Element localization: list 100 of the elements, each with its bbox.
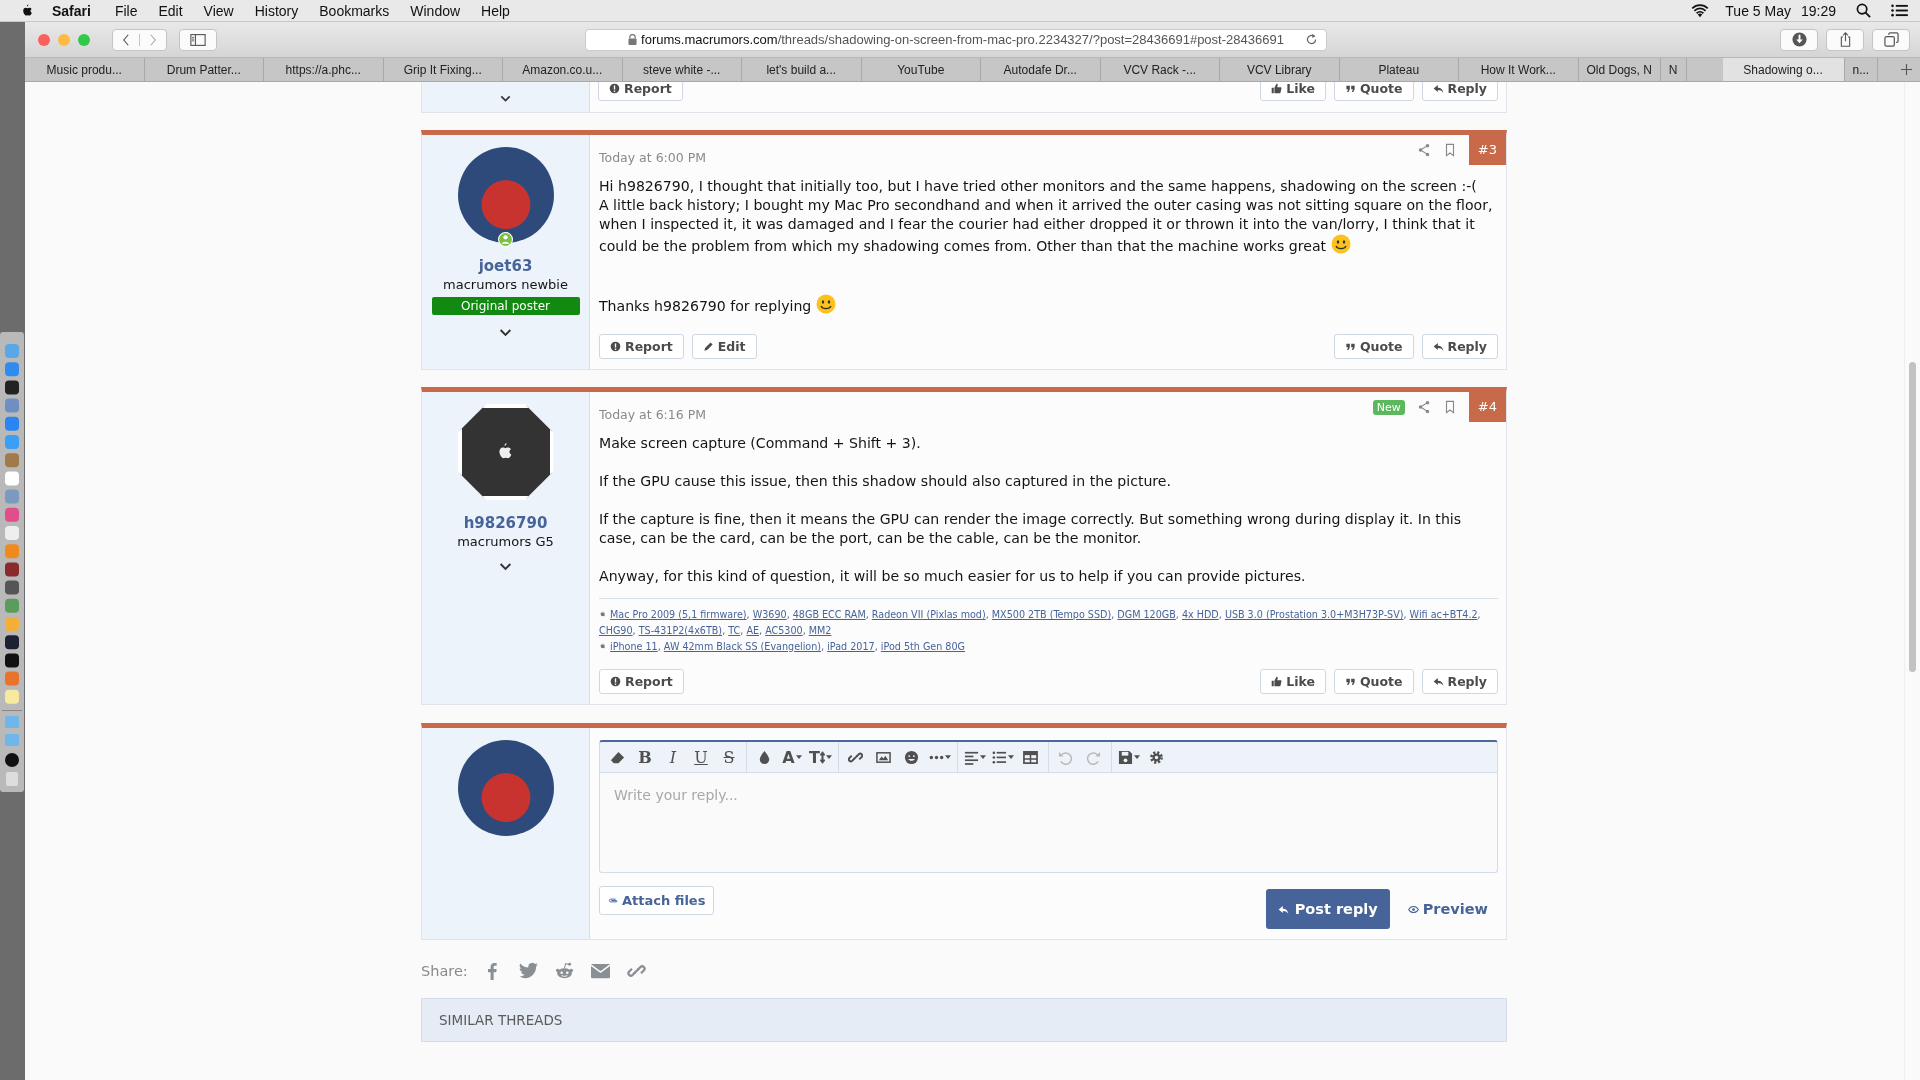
- font-button[interactable]: A: [778, 741, 806, 773]
- separator-text: ,: [874, 641, 878, 652]
- menu-item[interactable]: Edit: [158, 2, 183, 19]
- signature-link[interactable]: Radeon VII (Pixlas mod): [871, 609, 986, 620]
- reply-button[interactable]: Reply: [1421, 82, 1498, 101]
- edit-button[interactable]: Edit: [691, 334, 757, 359]
- separator-text: ,: [786, 609, 790, 620]
- browser-tab[interactable]: Autodafe Dr...: [981, 58, 1101, 81]
- post-text: If the GPU cause this issue, then this shadow should also captured in the picture.: [599, 472, 1172, 491]
- url-text: forums.macrumors.com/threads/shadowing-on-screen-from-mac-pro.2234327/?post=28436691#post-28436691: [641, 32, 1284, 47]
- separator-text: ,: [1111, 609, 1115, 620]
- signature-link[interactable]: 48GB ECC RAM: [792, 609, 866, 620]
- separator-text: ,: [1477, 609, 1481, 620]
- browser-tab[interactable]: How It Work...: [1459, 58, 1579, 81]
- signature-link[interactable]: iPad 2017: [827, 641, 875, 652]
- preview-button[interactable]: Preview: [1397, 889, 1498, 929]
- reply-button[interactable]: Reply: [1421, 334, 1498, 359]
- separator-text: ,: [632, 625, 636, 636]
- panel-title: SIMILAR THREADS: [439, 1012, 563, 1028]
- reply-input-field[interactable]: Write your reply...: [599, 773, 1498, 873]
- signature-link[interactable]: DGM 120GB: [1117, 609, 1176, 620]
- separator-text: ,: [821, 641, 825, 652]
- browser-tab[interactable]: Plateau: [1339, 58, 1459, 81]
- app-menu[interactable]: Safari: [52, 2, 91, 19]
- signature-link[interactable]: MM2: [808, 625, 832, 636]
- separator-text: ,: [985, 609, 989, 620]
- report-button[interactable]: Report: [599, 334, 684, 359]
- quote-button[interactable]: Quote: [1333, 82, 1414, 101]
- signature-link[interactable]: Wifi ac+BT4.2: [1409, 609, 1478, 620]
- menu-item[interactable]: Bookmarks: [319, 2, 390, 19]
- browser-tab[interactable]: Drum Patter...: [144, 58, 264, 81]
- bold-button[interactable]: B: [631, 741, 659, 773]
- menu-item[interactable]: Help: [481, 2, 510, 19]
- signature-link[interactable]: AW 42mm Black SS (Evangelion): [663, 641, 822, 652]
- like-button[interactable]: Like: [1260, 669, 1326, 694]
- username-link[interactable]: joet63: [478, 257, 533, 275]
- original-poster-badge: Original poster: [431, 297, 580, 315]
- report-button[interactable]: Report: [598, 82, 683, 101]
- browser-tab[interactable]: VCV Rack -...: [1100, 58, 1220, 81]
- browser-tab[interactable]: YouTube: [861, 58, 981, 81]
- separator-text: ,: [740, 625, 744, 636]
- menu-item[interactable]: View: [203, 2, 234, 19]
- post-text: Make screen capture (Command + Shift + 3).: [599, 434, 922, 453]
- separator-text: ,: [759, 625, 763, 636]
- share-label: Share:: [421, 963, 468, 979]
- underline-button[interactable]: U: [687, 741, 715, 773]
- post-text: If the capture is fine, then it means the GPU can render the image correctly. But something wrong during display it. In this case, can be the card, can be the port, can be the cable, can be the monitor.: [599, 510, 1463, 548]
- reply-button[interactable]: Reply: [1421, 669, 1498, 694]
- separator-text: ,: [865, 609, 869, 620]
- signature-link[interactable]: TS-431P2(4x6TB): [638, 625, 723, 636]
- user-title: macrumors newbie: [443, 277, 568, 292]
- signature-link[interactable]: AE: [746, 625, 759, 636]
- quote-button[interactable]: Quote: [1333, 334, 1414, 359]
- browser-tab[interactable]: Old Dogs, N: [1578, 58, 1661, 81]
- signature-link[interactable]: iPhone 11: [610, 641, 658, 652]
- menu-clock-time[interactable]: 19:29: [1800, 2, 1836, 19]
- strike-button[interactable]: S: [715, 741, 743, 773]
- user-title: macrumors G5: [457, 534, 554, 549]
- menu-item[interactable]: Window: [410, 2, 461, 19]
- signature-link[interactable]: CHG90: [599, 625, 633, 636]
- new-badge: New: [1372, 399, 1405, 415]
- post-text: Anyway, for this kind of question, it will be so much easier for us to help if you can provide pictures.: [599, 567, 1307, 586]
- post-reply-button[interactable]: Post reply: [1265, 889, 1390, 929]
- browser-tab[interactable]: let's build a...: [742, 58, 862, 81]
- signature-link[interactable]: W3690: [752, 609, 787, 620]
- post-number[interactable]: #4: [1468, 392, 1506, 422]
- browser-tab[interactable]: VCV Library: [1220, 58, 1340, 81]
- separator-text: ,: [1403, 609, 1407, 620]
- separator-text: ,: [1218, 609, 1222, 620]
- like-button[interactable]: Like: [1260, 82, 1326, 101]
- separator-text: ,: [802, 625, 806, 636]
- browser-tab[interactable]: Grip It Fixing...: [383, 58, 503, 81]
- signature-link[interactable]: AC5300: [765, 625, 803, 636]
- menu-item[interactable]: History: [254, 2, 299, 19]
- browser-tab[interactable]: n...: [1844, 58, 1879, 81]
- italic-button[interactable]: I: [659, 741, 687, 773]
- browser-tab[interactable]: Music produ...: [25, 58, 145, 81]
- browser-tab[interactable]: Shadowing o...: [1722, 58, 1845, 81]
- separator-text: ,: [746, 609, 750, 620]
- post-number[interactable]: #3: [1468, 135, 1506, 165]
- post-text: Thanks h9826790 for replying: [599, 294, 1498, 316]
- quote-button[interactable]: Quote: [1333, 669, 1414, 694]
- browser-tab[interactable]: Amazon.co.u...: [503, 58, 623, 81]
- username-link[interactable]: h9826790: [463, 514, 548, 532]
- separator-text: ,: [722, 625, 726, 636]
- menu-clock-date[interactable]: Tue 5 May: [1725, 2, 1791, 19]
- address-field[interactable]: forums.macrumors.com/threads/shadowing-on-screen-from-mac-pro.2234327/?post=28436691#post-28436691: [585, 28, 1327, 51]
- signature-link[interactable]: Mac Pro 2009 (5,1 firmware): [610, 609, 747, 620]
- attach-files-button[interactable]: Attach files: [599, 886, 715, 915]
- browser-tab[interactable]: https://a.phc...: [264, 58, 384, 81]
- browser-tab[interactable]: N: [1660, 58, 1687, 81]
- signature-link[interactable]: 4x HDD: [1181, 609, 1219, 620]
- signature-link[interactable]: iPod 5th Gen 80G: [880, 641, 965, 652]
- size-button[interactable]: T: [806, 741, 835, 773]
- browser-tab[interactable]: steve white -...: [622, 58, 742, 81]
- separator-text: ,: [657, 641, 661, 652]
- report-button[interactable]: Report: [599, 669, 684, 694]
- separator-text: ,: [1175, 609, 1179, 620]
- post-text: Hi h9826790, I thought that initially too, but I have tried other monitors and the same happens, shadowing on the screen :-( A little back history; I bought my Mac Pro secondhand and when it arrived the outer casing was not sitting square on the floor, when I inspected it, it was damaged and I fear the courier had either dropped it or thrown it into the van/lorry, I think that it could be the problem from which my shadowing comes from. Other than that the machine works great: [599, 177, 1494, 256]
- menu-item[interactable]: File: [114, 2, 138, 19]
